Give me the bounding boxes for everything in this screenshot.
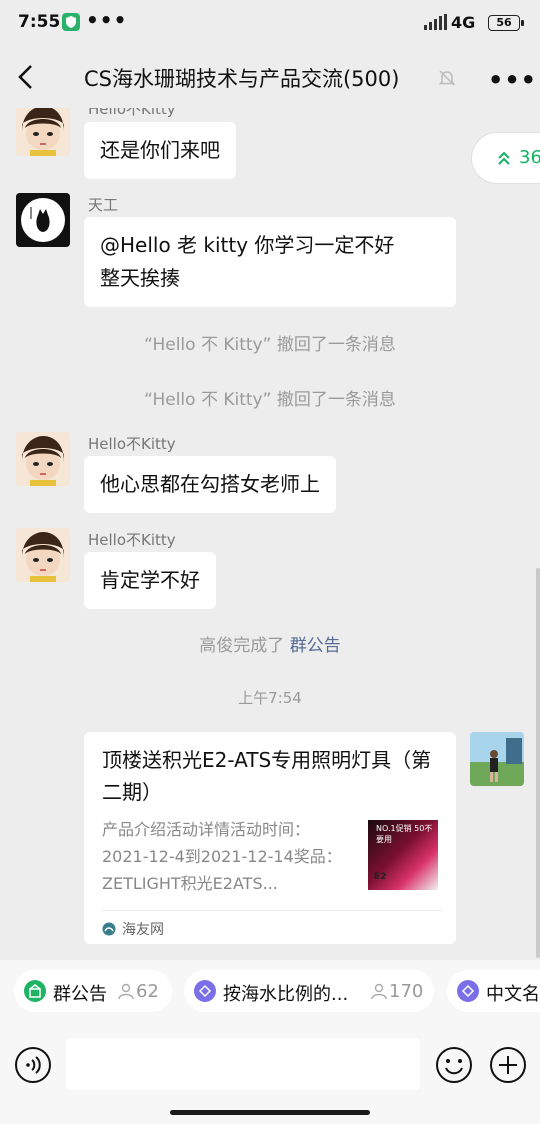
link-card-description: 产品介绍活动详情活动时间：2021-12-4到2021-12-14奖品：ZETL…	[102, 820, 342, 893]
document-icon	[457, 980, 479, 1002]
chip-label: 中文名	[486, 984, 540, 1005]
thumbnail-label: E2	[374, 872, 387, 882]
chip-count: 170	[389, 981, 424, 1002]
link-card-thumbnail: NO.1促销 50不要用 E2	[368, 820, 438, 890]
source-logo-icon	[102, 921, 116, 940]
double-chevron-up-icon	[496, 150, 512, 170]
announcement-notice-text: 高俊完成了	[199, 636, 285, 656]
sender-name: Hello不Kitty	[88, 531, 176, 549]
thumbnail-caption: NO.1促销 50不要用	[376, 824, 433, 844]
chat-title: CS海水珊瑚技术与产品交流(500)	[84, 67, 400, 91]
announcement-link[interactable]: 群公告	[290, 636, 341, 656]
group-document-chip[interactable]: 按海水比例的... 170	[184, 970, 434, 1012]
message-text: 整天挨揍	[100, 266, 180, 290]
plus-icon[interactable]	[489, 1046, 527, 1088]
document-icon	[194, 980, 216, 1002]
message-text: @Hello 老 kitty 你学习一定不好	[100, 233, 395, 257]
my-avatar[interactable]	[470, 732, 524, 786]
input-bar	[0, 1022, 540, 1124]
person-icon	[117, 982, 135, 1004]
new-messages-badge[interactable]: 36	[471, 132, 540, 184]
message-text: 肯定学不好	[100, 568, 200, 592]
more-options-icon[interactable]: •••	[488, 66, 537, 94]
new-messages-count: 36	[519, 147, 540, 168]
message-list[interactable]: Hello不Kitty 还是你们来吧 36 天工 @Hello 老 kitty …	[0, 108, 540, 960]
link-card-title: 顶楼送积光E2-ATS专用照明灯具（第二期）	[102, 748, 432, 804]
battery-icon: 56	[488, 15, 524, 31]
group-tools-bar: 群公告 62 按海水比例的... 170 中文名	[0, 960, 540, 1022]
home-indicator[interactable]	[170, 1110, 370, 1115]
message-text: 还是你们来吧	[100, 138, 220, 162]
status-more-icon: •••	[86, 8, 128, 32]
message-bubble[interactable]: @Hello 老 kitty 你学习一定不好 整天挨揍	[84, 217, 456, 307]
message-text: 他心思都在勾搭女老师上	[100, 472, 320, 496]
avatar[interactable]	[16, 108, 70, 156]
message-input[interactable]	[66, 1038, 420, 1090]
group-document-chip[interactable]: 中文名	[447, 970, 540, 1012]
avatar[interactable]	[16, 432, 70, 486]
status-time: 7:55	[18, 12, 61, 32]
back-arrow-icon[interactable]	[16, 64, 36, 94]
message-bubble[interactable]: 肯定学不好	[84, 552, 216, 609]
announcement-icon	[24, 980, 46, 1002]
message-bubble[interactable]: 还是你们来吧	[84, 122, 236, 179]
shield-icon	[62, 13, 80, 31]
sender-name: 天工	[88, 196, 119, 214]
chip-count: 62	[136, 981, 159, 1002]
announcement-notice: 高俊完成了 群公告	[0, 631, 540, 656]
link-card[interactable]: 顶楼送积光E2-ATS专用照明灯具（第二期） 产品介绍活动详情活动时间：2021…	[84, 732, 456, 944]
chat-header: CS海水珊瑚技术与产品交流(500) •••	[0, 46, 540, 108]
mute-bell-icon	[437, 68, 457, 92]
message-bubble[interactable]: 他心思都在勾搭女老师上	[84, 456, 336, 513]
recall-notice: “Hello 不 Kitty” 撤回了一条消息	[144, 335, 396, 355]
divider	[102, 910, 442, 911]
network-type: 4G	[451, 13, 476, 32]
person-icon	[370, 982, 388, 1004]
sender-name: Hello不Kitty	[88, 108, 176, 118]
recall-notice: “Hello 不 Kitty” 撤回了一条消息	[144, 390, 396, 410]
link-card-source: 海友网	[122, 922, 164, 938]
status-bar: 7:55 ••• 4G 56	[0, 0, 540, 46]
scrollbar[interactable]	[536, 568, 540, 958]
chip-label: 按海水比例的...	[223, 984, 349, 1005]
avatar[interactable]	[16, 193, 70, 247]
sender-name: Hello不Kitty	[88, 435, 176, 453]
avatar[interactable]	[16, 528, 70, 582]
group-announcement-chip[interactable]: 群公告 62	[14, 970, 172, 1012]
voice-input-icon[interactable]	[14, 1046, 52, 1088]
emoji-icon[interactable]	[435, 1046, 473, 1088]
message-timestamp: 上午7:54	[238, 689, 302, 707]
signal-icon	[424, 14, 448, 34]
chip-label: 群公告	[53, 984, 107, 1005]
